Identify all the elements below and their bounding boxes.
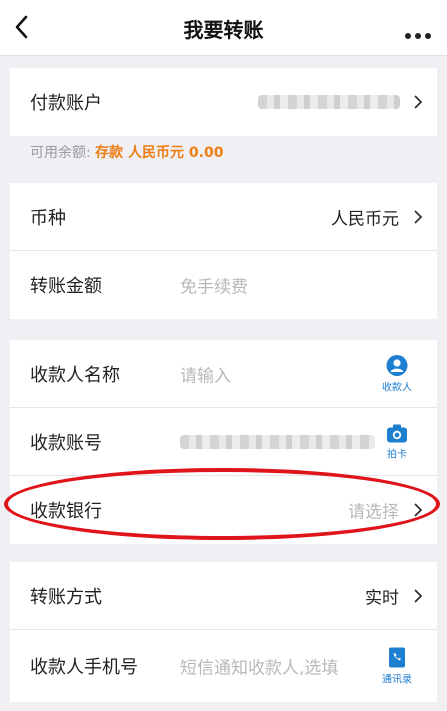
amount-label: 转账金额	[30, 276, 102, 297]
transfer-card: 转账方式 实时 收款人手机号 短信通知收款人,选填 通讯录	[10, 562, 437, 702]
payee-name-row: 收款人名称 请输入 收款人	[10, 340, 437, 408]
amount-row[interactable]: 转账金额 免手续费	[10, 251, 437, 319]
payee-account-value[interactable]	[180, 434, 375, 449]
amount-card: 币种 人民币元 转账金额 免手续费	[10, 183, 437, 319]
scan-card-caption: 拍卡	[387, 449, 407, 460]
available-balance: 可用余额: 存款 人民币元 0.00	[30, 142, 223, 162]
payee-account-label: 收款账号	[30, 432, 102, 454]
transfer-mode-row[interactable]: 转账方式 实时	[10, 562, 437, 630]
payer-account-value	[258, 95, 400, 109]
currency-row[interactable]: 币种 人民币元	[10, 183, 437, 251]
chevron-right-icon	[414, 95, 423, 109]
amount-input[interactable]: 免手续费	[180, 273, 248, 298]
page-title: 我要转账	[183, 18, 264, 42]
payer-card: 付款账户	[10, 68, 437, 136]
chevron-right-icon	[414, 209, 423, 224]
payee-card: 收款人名称 请输入 收款人 收款账号 拍卡 收款银行 请选择	[10, 340, 437, 544]
payee-bank-row[interactable]: 收款银行 请选择	[10, 476, 437, 544]
nav-bar: 我要转账	[0, 0, 447, 56]
balance-prefix: 可用余额:	[30, 145, 96, 161]
payee-phone-label: 收款人手机号	[30, 657, 138, 678]
contact-picker-caption: 收款人	[382, 382, 412, 393]
currency-label: 币种	[30, 207, 66, 229]
payee-bank-label: 收款银行	[30, 501, 102, 522]
balance-amount: 存款 人民币元 0.00	[95, 145, 224, 161]
payer-account-label: 付款账户	[30, 93, 102, 114]
address-book-icon	[389, 647, 405, 668]
payer-account-row[interactable]: 付款账户	[10, 68, 437, 136]
currency-value: 人民币元	[331, 209, 399, 229]
payee-name-input[interactable]: 请输入	[180, 361, 231, 386]
contact-picker-button[interactable]: 收款人	[377, 354, 417, 393]
payee-phone-input[interactable]: 短信通知收款人,选填	[180, 654, 338, 679]
address-book-button[interactable]: 通讯录	[377, 647, 417, 686]
chevron-right-icon	[414, 588, 423, 603]
contact-person-icon	[386, 354, 408, 376]
payee-phone-row: 收款人手机号 短信通知收款人,选填 通讯录	[10, 630, 437, 702]
transfer-mode-value: 实时	[365, 588, 399, 608]
payee-name-label: 收款人名称	[30, 364, 120, 386]
chevron-right-icon	[414, 503, 423, 517]
camera-icon	[387, 424, 407, 442]
payee-bank-select[interactable]: 请选择	[348, 498, 399, 523]
transfer-mode-label: 转账方式	[30, 586, 102, 608]
payee-account-row: 收款账号 拍卡	[10, 408, 437, 476]
scan-card-button[interactable]: 拍卡	[377, 423, 417, 460]
more-dots-icon[interactable]	[405, 24, 435, 39]
address-book-caption: 通讯录	[382, 674, 412, 686]
